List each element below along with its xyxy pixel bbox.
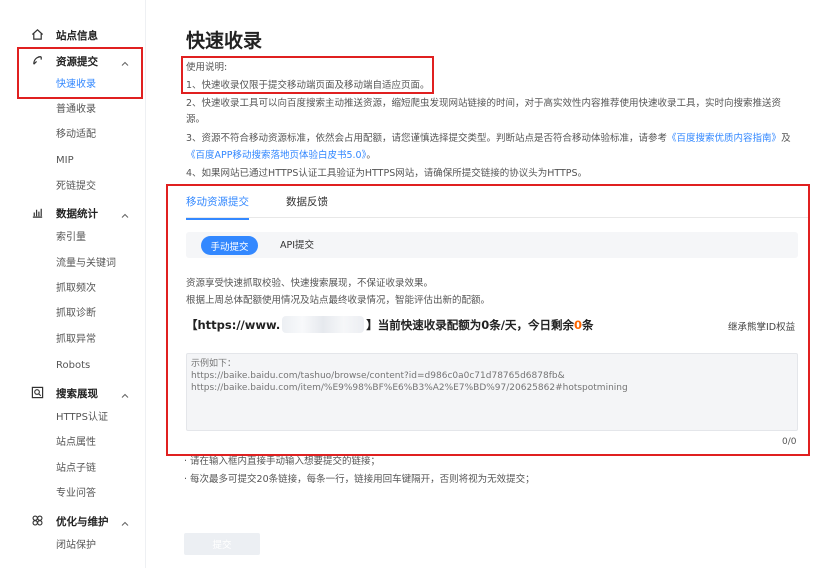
quality-guide-link[interactable]: 《百度搜索优质内容指南》	[667, 133, 781, 144]
sidebar: 站点信息 资源提交 快速收录 普通收录 移动适配 MIP 死链提交 数据统计 索…	[0, 0, 146, 568]
instruction-line-2a: 2、快速收录工具可以向百度搜索主动推送资源，缩短爬虫发现网站链接的时间，对于高实…	[186, 98, 782, 109]
instruction-line-3: 3、资源不符合移动资源标准，依然会占用配额，请您谨慎选择提交类型。判断站点是否符…	[186, 132, 791, 146]
instruction-line-4: 4、如果网站已通过HTTPS认证工具验证为HTTPS网站，请确保所提交链接的协议…	[186, 168, 588, 179]
sidebar-item-site-attributes[interactable]: 站点属性	[56, 434, 96, 452]
sidebar-section-label: 数据统计	[56, 207, 98, 220]
sidebar-item-mobile-adapt[interactable]: 移动适配	[56, 126, 96, 144]
chevron-up-icon[interactable]	[120, 514, 130, 526]
stats-icon	[30, 205, 44, 219]
instruction-line-2b: 源。	[186, 114, 206, 125]
sidebar-section-label: 站点信息	[56, 29, 98, 42]
sidebar-item-traffic-keywords[interactable]: 流量与关键词	[56, 255, 116, 273]
highlight-box-instructions	[181, 56, 434, 94]
highlight-box-sidebar	[17, 47, 143, 99]
instruction-line-3-cont: 《百度APP移动搜索落地页体验白皮书5.0》。	[186, 149, 376, 163]
sidebar-item-https-cert[interactable]: HTTPS认证	[56, 409, 108, 427]
instruction-line-3a: 3、资源不符合移动资源标准，依然会占用配额，请您谨慎选择提交类型。判断站点是否符…	[186, 133, 668, 144]
optimize-icon	[30, 513, 44, 527]
sidebar-item-crawl-frequency[interactable]: 抓取频次	[56, 280, 96, 298]
main-content: 快速收录 使用说明: 1、快速收录仅限于提交移动端页面及移动端自适应页面。 2、…	[146, 0, 840, 568]
highlight-box-submit-panel	[166, 184, 810, 456]
sidebar-item-crawl-errors[interactable]: 抓取异常	[56, 331, 96, 349]
page-title: 快速收录	[186, 30, 263, 52]
sidebar-item-index-volume[interactable]: 索引量	[56, 229, 86, 247]
sidebar-item-normal-index[interactable]: 普通收录	[56, 101, 96, 119]
sidebar-section-site-info[interactable]: 站点信息	[0, 24, 146, 46]
instruction-line-3b: 及	[781, 133, 791, 144]
note-line-2: · 每次最多可提交20条链接，每条一行，链接用回车键隔开，否则将视为无效提交；	[184, 474, 535, 485]
search-display-icon	[30, 385, 44, 399]
chevron-up-icon[interactable]	[120, 206, 130, 218]
sidebar-item-crawl-diagnosis[interactable]: 抓取诊断	[56, 305, 96, 323]
sidebar-section-stats[interactable]: 数据统计	[0, 202, 146, 224]
sidebar-item-sitelinks[interactable]: 站点子链	[56, 460, 96, 478]
sidebar-item-robots[interactable]: Robots	[56, 357, 90, 375]
sidebar-section-optimize[interactable]: 优化与维护	[0, 510, 146, 532]
sidebar-item-mip[interactable]: MIP	[56, 152, 74, 170]
submit-button[interactable]: 提交	[184, 533, 260, 555]
sidebar-section-search-display[interactable]: 搜索展现	[0, 382, 146, 404]
sidebar-item-site-close-protect[interactable]: 闭站保护	[56, 537, 96, 555]
whitepaper-link[interactable]: 《百度APP移动搜索落地页体验白皮书5.0》	[186, 150, 366, 161]
sidebar-item-dead-link[interactable]: 死链提交	[56, 178, 96, 196]
instruction-line-3c: 。	[366, 150, 376, 161]
note-line-1: · 请在输入框内直接手动输入想要提交的链接；	[184, 456, 381, 467]
chevron-up-icon[interactable]	[120, 386, 130, 398]
sidebar-section-label: 优化与维护	[56, 515, 109, 528]
sidebar-section-label: 搜索展现	[56, 387, 98, 400]
sidebar-item-pro-qa[interactable]: 专业问答	[56, 485, 96, 503]
home-icon	[30, 27, 44, 41]
